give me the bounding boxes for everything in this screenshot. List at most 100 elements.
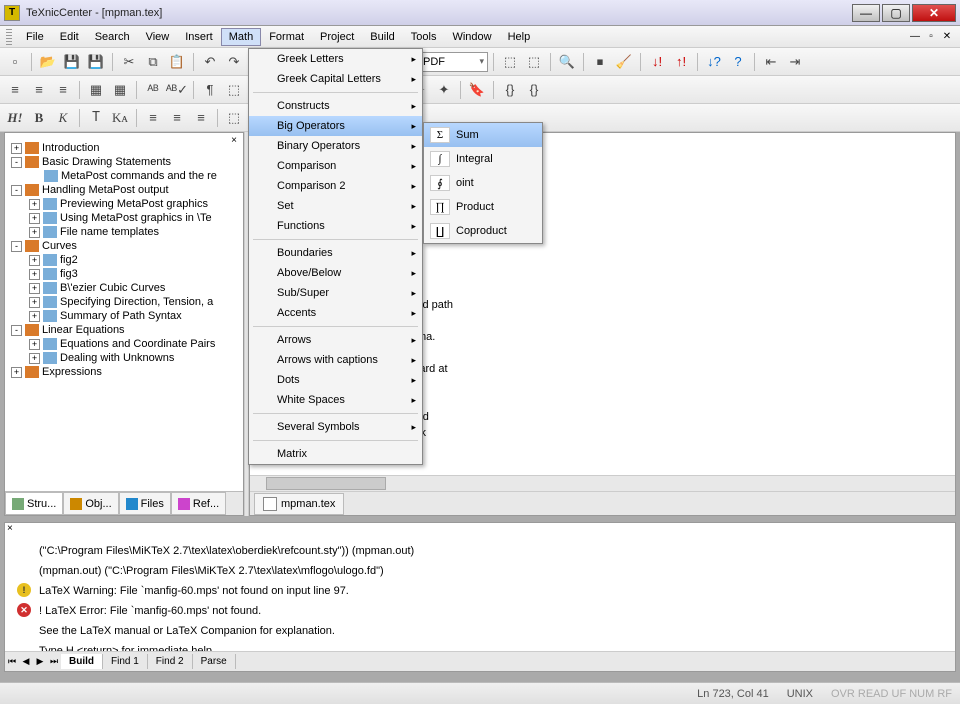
- desc-list-button[interactable]: ≡: [52, 79, 74, 101]
- editor-hscrollbar[interactable]: [250, 475, 955, 491]
- tree-tab-obj[interactable]: Obj...: [63, 492, 118, 515]
- output-tab-build[interactable]: Build: [61, 654, 103, 669]
- output-close-button[interactable]: ×: [5, 523, 19, 537]
- menu-window[interactable]: Window: [444, 28, 499, 46]
- output-tab-find2[interactable]: Find 2: [148, 654, 193, 669]
- tree-node[interactable]: -Curves: [7, 239, 241, 253]
- math-item-accents[interactable]: Accents▸: [249, 303, 422, 323]
- menu-build[interactable]: Build: [362, 28, 402, 46]
- num-list-button[interactable]: ≡: [28, 79, 50, 101]
- tree-node[interactable]: -Basic Drawing Statements: [7, 155, 241, 169]
- output-text[interactable]: ("C:\Program Files\MiKTeX 2.7\tex\latex\…: [5, 537, 955, 651]
- tree-expand-icon[interactable]: +: [29, 199, 40, 210]
- tree-tab-files[interactable]: Files: [119, 492, 171, 515]
- minimize-button[interactable]: —: [852, 4, 880, 22]
- mdi-close-icon[interactable]: ✕: [940, 30, 954, 44]
- tree-expand-icon[interactable]: +: [29, 283, 40, 294]
- tree-expand-icon[interactable]: +: [29, 339, 40, 350]
- spell-button[interactable]: ᴬᴮ: [142, 79, 164, 101]
- redo-button[interactable]: ↷: [223, 51, 245, 73]
- math-item-sub-super[interactable]: Sub/Super▸: [249, 283, 422, 303]
- italic-button[interactable]: K: [52, 107, 74, 129]
- build-button[interactable]: ⬚: [499, 51, 521, 73]
- menu-math[interactable]: Math: [221, 28, 261, 46]
- indent-button[interactable]: ⇥: [784, 51, 806, 73]
- cut-button[interactable]: ✂: [118, 51, 140, 73]
- toolbar-grip[interactable]: [6, 29, 12, 45]
- align-center-button[interactable]: ≡: [166, 107, 188, 129]
- tree-expand-icon[interactable]: +: [29, 227, 40, 238]
- menu-edit[interactable]: Edit: [52, 28, 87, 46]
- stop-build-button[interactable]: ⏹: [589, 51, 611, 73]
- table-button[interactable]: ▦: [85, 79, 107, 101]
- tree-node[interactable]: +Equations and Coordinate Pairs: [7, 337, 241, 351]
- tree-node[interactable]: +File name templates: [7, 225, 241, 239]
- math-item-dots[interactable]: Dots▸: [249, 370, 422, 390]
- output-nav-next[interactable]: ▶: [33, 656, 47, 667]
- math-item-arrows[interactable]: Arrows▸: [249, 330, 422, 350]
- tree-tab-ref[interactable]: Ref...: [171, 492, 226, 515]
- bookmark-button[interactable]: 🔖: [466, 79, 488, 101]
- help-button[interactable]: ?: [727, 51, 749, 73]
- mdi-restore-icon[interactable]: ▫: [924, 30, 938, 44]
- heading-button[interactable]: H!: [4, 107, 26, 129]
- new-button[interactable]: ▫: [4, 51, 26, 73]
- math-item-white-spaces[interactable]: White Spaces▸: [249, 390, 422, 410]
- tt-button[interactable]: T: [85, 107, 107, 129]
- spell-check-button[interactable]: ᴬᴮ✓: [166, 79, 188, 101]
- math-item-functions[interactable]: Functions▸: [249, 216, 422, 236]
- open-button[interactable]: 📂: [37, 51, 59, 73]
- tree-node[interactable]: +Dealing with Unknowns: [7, 351, 241, 365]
- tree-tab-stru[interactable]: Stru...: [5, 492, 63, 515]
- tree-expand-icon[interactable]: +: [29, 311, 40, 322]
- mdi-minimize-icon[interactable]: —: [908, 30, 922, 44]
- clean-button[interactable]: 🧹: [613, 51, 635, 73]
- undo-button[interactable]: ↶: [199, 51, 221, 73]
- math-item-comparison[interactable]: Comparison▸: [249, 156, 422, 176]
- math-item-binary-operators[interactable]: Binary Operators▸: [249, 136, 422, 156]
- menu-view[interactable]: View: [138, 28, 178, 46]
- bold-button[interactable]: B: [28, 107, 50, 129]
- output-tab-parse[interactable]: Parse: [193, 654, 236, 669]
- copy-button[interactable]: ⧉: [142, 51, 164, 73]
- tree-node[interactable]: +Summary of Path Syntax: [7, 309, 241, 323]
- tree-node[interactable]: -Handling MetaPost output: [7, 183, 241, 197]
- paste-button[interactable]: 📋: [166, 51, 188, 73]
- help-context-button[interactable]: ↓?: [703, 51, 725, 73]
- bigop-item-oint[interactable]: ∮oint: [424, 171, 542, 195]
- menu-insert[interactable]: Insert: [177, 28, 221, 46]
- math-item-boundaries[interactable]: Boundaries▸: [249, 243, 422, 263]
- tree-expand-icon[interactable]: -: [11, 325, 22, 336]
- tree-node[interactable]: +B\'ezier Cubic Curves: [7, 281, 241, 295]
- prev-error-button[interactable]: ↑!: [670, 51, 692, 73]
- next-error-button[interactable]: ↓!: [646, 51, 668, 73]
- tree-expand-icon[interactable]: +: [29, 255, 40, 266]
- tree-node[interactable]: MetaPost commands and the re: [7, 169, 241, 183]
- structure-tree[interactable]: +Introduction-Basic Drawing StatementsMe…: [5, 133, 243, 491]
- editor-tab[interactable]: mpman.tex: [254, 493, 344, 515]
- tree-expand-icon[interactable]: -: [11, 241, 22, 252]
- bigop-item-integral[interactable]: ∫Integral: [424, 147, 542, 171]
- build-view-button[interactable]: ⬚: [523, 51, 545, 73]
- output-nav-first[interactable]: ⏮: [5, 656, 19, 667]
- bigop-item-coproduct[interactable]: ∐Coproduct: [424, 219, 542, 243]
- tree-node[interactable]: +Using MetaPost graphics in \Te: [7, 211, 241, 225]
- misc1-button[interactable]: ⬚: [223, 79, 245, 101]
- outdent-button[interactable]: ⇤: [760, 51, 782, 73]
- pilcrow-button[interactable]: ¶: [199, 79, 221, 101]
- panel-close-button[interactable]: ×: [227, 135, 241, 149]
- tree-node[interactable]: +Expressions: [7, 365, 241, 379]
- view-output-button[interactable]: 🔍: [556, 51, 578, 73]
- tree-expand-icon[interactable]: +: [11, 143, 22, 154]
- tree-expand-icon[interactable]: +: [29, 297, 40, 308]
- math-item-comparison-2[interactable]: Comparison 2▸: [249, 176, 422, 196]
- tree-expand-icon[interactable]: +: [29, 269, 40, 280]
- fraction-button[interactable]: ⬚: [223, 107, 245, 129]
- align-right-button[interactable]: ≡: [190, 107, 212, 129]
- math-item-arrows-with-captions[interactable]: Arrows with captions▸: [249, 350, 422, 370]
- bigop-item-product[interactable]: ∏Product: [424, 195, 542, 219]
- math-item-above-below[interactable]: Above/Below▸: [249, 263, 422, 283]
- tree-node[interactable]: +Introduction: [7, 141, 241, 155]
- tree-expand-icon[interactable]: +: [11, 367, 22, 378]
- bigop-item-sum[interactable]: ΣSum: [424, 123, 542, 147]
